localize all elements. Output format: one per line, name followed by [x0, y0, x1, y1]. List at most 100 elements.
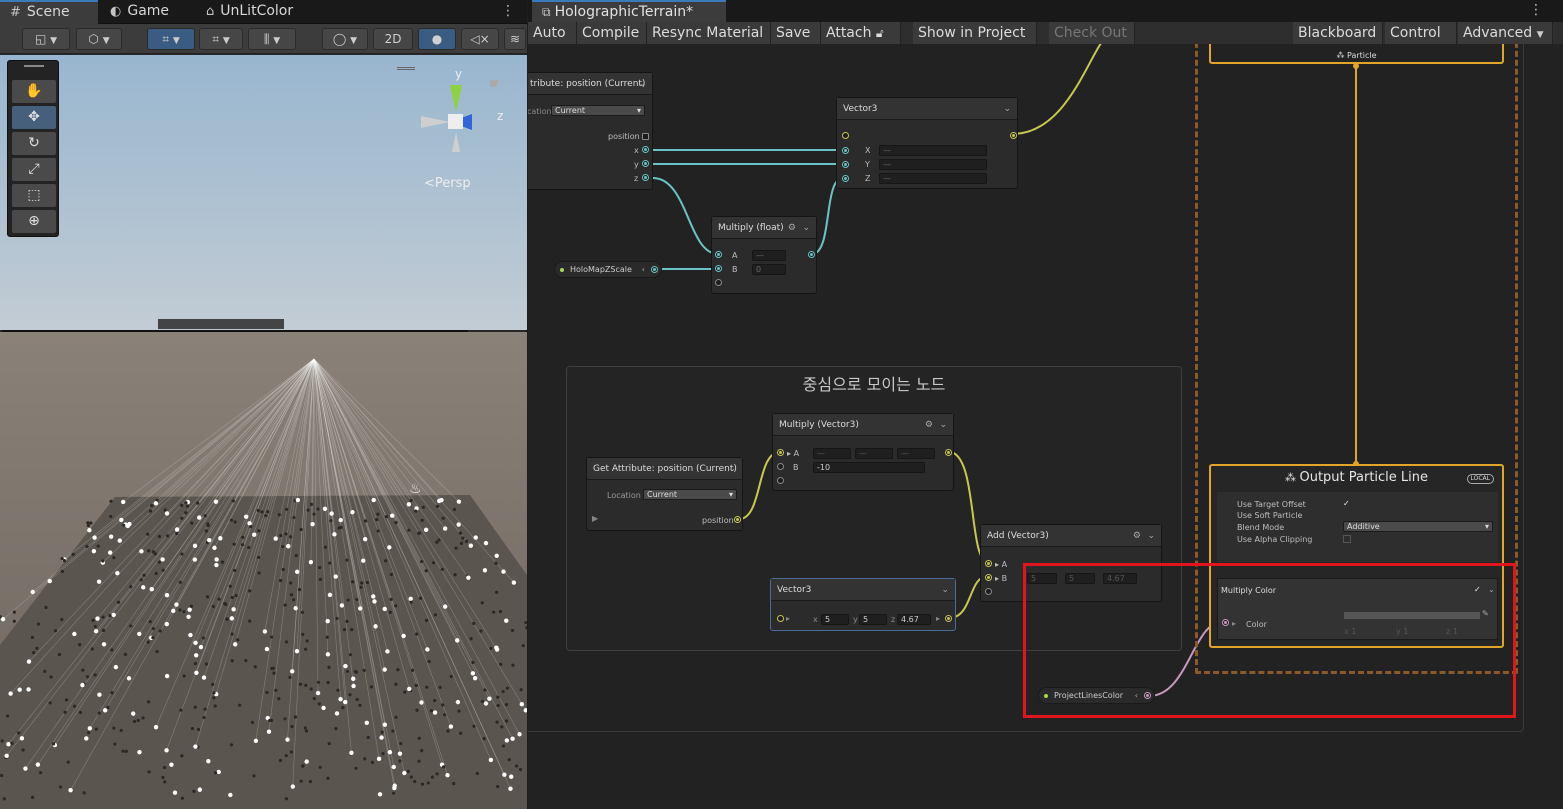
- tab-scene[interactable]: # Scene: [0, 0, 98, 24]
- port-a-in[interactable]: [715, 251, 722, 258]
- node-header[interactable]: Add (Vector3) ⚙ ⌄: [981, 525, 1161, 547]
- resync-material-button[interactable]: Resync Material: [647, 22, 771, 44]
- location-dropdown[interactable]: Current: [643, 489, 737, 500]
- port-y-in[interactable]: [842, 161, 849, 168]
- a-y-field[interactable]: —: [855, 448, 893, 459]
- y-field[interactable]: 5: [859, 614, 887, 625]
- draw-mode-dropdown[interactable]: ◱ ▼: [22, 28, 70, 50]
- node-header[interactable]: Vector3 ⌄: [771, 579, 955, 601]
- snap-settings-dropdown[interactable]: ⫼ ▼: [248, 28, 296, 50]
- gizmo-neg-z-axis[interactable]: [490, 80, 499, 87]
- update-particle-context[interactable]: ⁂ Particle: [1209, 44, 1504, 64]
- effects-toggle-button[interactable]: ≋: [504, 28, 526, 50]
- tab-unlitcolor[interactable]: ⌂ UnLitColor: [196, 0, 326, 24]
- chevron-left-icon[interactable]: ‹: [642, 262, 645, 277]
- more-options-icon[interactable]: ⋮: [501, 3, 515, 19]
- chevron-down-icon[interactable]: ⌄: [941, 579, 949, 601]
- graph-more-options-icon[interactable]: ⋮: [1529, 2, 1543, 18]
- b-field[interactable]: -10: [813, 462, 925, 473]
- node-header[interactable]: Multiply (float) ⚙ ⌄: [712, 217, 816, 239]
- lighting-toggle-button[interactable]: ●: [418, 28, 456, 50]
- drag-handle-icon[interactable]: [24, 65, 44, 67]
- advanced-dropdown[interactable]: Advanced ▼: [1458, 22, 1553, 44]
- port-position-out[interactable]: [642, 133, 649, 140]
- node-header[interactable]: Get Attribute: position (Current) ⌄: [587, 458, 742, 480]
- auto-button[interactable]: Auto: [528, 22, 577, 44]
- port-b-in[interactable]: [715, 265, 722, 272]
- expand-arrow-icon[interactable]: ▶: [592, 514, 598, 523]
- port-a-in[interactable]: [777, 449, 784, 456]
- chevron-down-icon[interactable]: ⌄: [802, 217, 810, 239]
- gizmo-y-axis[interactable]: [450, 85, 462, 112]
- a-field[interactable]: —: [752, 250, 786, 261]
- increment-snap-dropdown[interactable]: ⌗ ▼: [199, 28, 243, 50]
- attach-button[interactable]: Attach 🔓︎: [821, 22, 901, 44]
- node-header[interactable]: Multiply (Vector3) ⚙ ⌄: [773, 414, 953, 436]
- location-dropdown[interactable]: Current: [551, 105, 645, 116]
- node-get-attribute[interactable]: Get Attribute: position (Current) ⌄ Locat…: [586, 457, 743, 531]
- port-z-out[interactable]: [642, 174, 649, 181]
- tab-game[interactable]: ◐ Game: [100, 0, 195, 24]
- node-header[interactable]: tribute: position (Current) ⌄: [528, 73, 652, 95]
- gizmo-center-cube[interactable]: [448, 114, 463, 129]
- property-holo-map-z-scale[interactable]: HoloMapZScale ‹: [554, 261, 662, 278]
- port-vector3-out[interactable]: [945, 615, 952, 622]
- node-multiply-vector3[interactable]: Multiply (Vector3) ⚙ ⌄ ▸ A — — — B -10: [772, 413, 954, 491]
- port-add-in[interactable]: [985, 588, 992, 595]
- port-vector3-out[interactable]: [1010, 132, 1017, 139]
- port-multiply-out[interactable]: [945, 449, 952, 456]
- save-button[interactable]: Save: [771, 22, 821, 44]
- port-a-in[interactable]: [985, 560, 992, 567]
- audio-toggle-button[interactable]: ◁×: [461, 28, 499, 50]
- blackboard-button[interactable]: Blackboard: [1293, 22, 1383, 44]
- x-field[interactable]: 5: [821, 614, 849, 625]
- grid-snap-dropdown[interactable]: ⌗ ▼: [147, 28, 195, 50]
- rotate-tool-button[interactable]: ↻: [12, 132, 56, 155]
- chevron-down-icon[interactable]: ⌄: [728, 458, 736, 480]
- toggle-2d-button[interactable]: 2D: [373, 28, 413, 50]
- lock-icon[interactable]: 🔓︎: [876, 26, 884, 40]
- port-holo-map-out[interactable]: [651, 266, 658, 273]
- node-header[interactable]: Vector3 ⌄: [837, 98, 1017, 120]
- hand-tool-button[interactable]: ✋: [12, 80, 56, 103]
- gear-icon[interactable]: ⚙: [788, 217, 796, 239]
- a-z-field[interactable]: —: [897, 448, 935, 459]
- gizmo-neg-y-axis[interactable]: [452, 132, 460, 152]
- scene-view-dropdown[interactable]: ⬡ ▼: [76, 28, 122, 50]
- node-vector3-bottom[interactable]: Vector3 ⌄ ▸ x 5 y 5 z 4.67 ▸: [770, 578, 956, 631]
- transform-tool-button[interactable]: ⊕: [12, 210, 56, 233]
- port-vector-in[interactable]: [842, 132, 849, 139]
- expand-arrow-icon[interactable]: ▸: [786, 614, 790, 623]
- port-y-out[interactable]: [642, 160, 649, 167]
- y-field[interactable]: —: [879, 159, 987, 170]
- b-field[interactable]: 0: [752, 264, 786, 275]
- scale-tool-button[interactable]: ⤢: [12, 158, 56, 181]
- local-space-badge[interactable]: LOCAL: [1466, 474, 1494, 484]
- orientation-gizmo[interactable]: [410, 65, 510, 175]
- blend-mode-dropdown[interactable]: Additive: [1343, 521, 1493, 532]
- control-button[interactable]: Control: [1385, 22, 1457, 44]
- a-x-field[interactable]: —: [813, 448, 851, 459]
- port-x-out[interactable]: [642, 146, 649, 153]
- node-multiply-float[interactable]: Multiply (float) ⚙ ⌄ A — B 0: [711, 216, 817, 294]
- z-field[interactable]: 4.67: [897, 614, 931, 625]
- port-multiply-out[interactable]: [808, 251, 815, 258]
- show-in-project-button[interactable]: Show in Project: [913, 22, 1037, 44]
- port-b-in[interactable]: [777, 463, 784, 470]
- node-get-attribute-top[interactable]: tribute: position (Current) ⌄ cation Curr…: [528, 72, 653, 190]
- port-add-in[interactable]: [715, 279, 722, 286]
- shading-mode-dropdown[interactable]: ◯ ▼: [322, 28, 368, 50]
- move-tool-button[interactable]: ✥: [12, 106, 56, 129]
- port-vector-in[interactable]: [777, 615, 784, 622]
- gizmo-neg-x-axis[interactable]: [421, 116, 450, 128]
- port-x-in[interactable]: [842, 147, 849, 154]
- use-alpha-clipping-checkbox[interactable]: [1343, 535, 1351, 543]
- port-b-in[interactable]: [985, 574, 992, 581]
- use-target-offset-checkbox[interactable]: ✓: [1343, 499, 1350, 508]
- gear-icon[interactable]: ⚙: [925, 414, 933, 436]
- compile-button[interactable]: Compile: [577, 22, 647, 44]
- gear-icon[interactable]: ⚙: [1133, 525, 1141, 547]
- projection-mode-label[interactable]: <Persp: [424, 176, 471, 191]
- chevron-down-icon[interactable]: ⌄: [939, 414, 947, 436]
- port-add-in[interactable]: [777, 477, 784, 484]
